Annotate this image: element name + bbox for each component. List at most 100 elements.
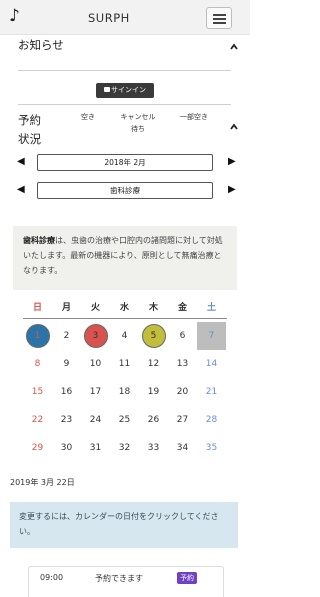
calendar-day[interactable]: 30 (52, 434, 81, 462)
calendar-day[interactable]: 11 (110, 350, 139, 378)
calendar-day[interactable]: 8 (23, 350, 52, 378)
day-number: 15 (31, 387, 44, 397)
category-select[interactable]: 歯科診療 (37, 182, 213, 199)
calendar-day[interactable]: 6 (168, 322, 197, 350)
day-number: 10 (89, 359, 102, 369)
day-number: 19 (147, 387, 160, 397)
calendar-day[interactable]: 26 (139, 406, 168, 434)
chevron-up-icon[interactable] (229, 42, 239, 52)
day-number: 13 (176, 359, 189, 369)
calendar-day[interactable]: 10 (81, 350, 110, 378)
music-note-icon[interactable]: ♪ (9, 6, 20, 26)
day-number: 25 (118, 415, 131, 425)
calendar-day[interactable]: 29 (23, 434, 52, 462)
day-number: 32 (118, 443, 131, 453)
app-title[interactable]: SURPH (88, 11, 130, 25)
day-number: 26 (147, 415, 160, 425)
day-number: 8 (34, 359, 41, 369)
signin-button[interactable]: サインイン (96, 83, 154, 98)
divider (18, 104, 231, 105)
calendar-day[interactable]: 22 (23, 406, 52, 434)
calendar-day[interactable]: 9 (52, 350, 81, 378)
next-category-arrow-icon[interactable]: ▶ (228, 184, 236, 195)
day-number: 5 (150, 331, 157, 341)
day-number: 7 (208, 331, 215, 341)
day-number: 4 (121, 331, 128, 341)
calendar-day[interactable]: 13 (168, 350, 197, 378)
weekday-header: 日 (32, 303, 42, 313)
day-number: 28 (205, 415, 218, 425)
day-number: 3 (92, 331, 99, 341)
weekday-header: 月 (61, 303, 71, 313)
status-heading-line1: 予約 (18, 113, 41, 127)
calendar-day[interactable]: 28 (197, 406, 226, 434)
reserve-badge[interactable]: 予約 (177, 572, 197, 584)
divider (18, 70, 231, 71)
next-month-arrow-icon[interactable]: ▶ (228, 156, 236, 167)
day-number: 2 (63, 331, 70, 341)
calendar-day[interactable]: 16 (52, 378, 81, 406)
calendar-day[interactable]: 5 (139, 322, 168, 350)
calendar-day[interactable]: 12 (139, 350, 168, 378)
calendar-day[interactable]: 23 (52, 406, 81, 434)
prev-month-arrow-icon[interactable]: ◀ (17, 156, 25, 167)
calendar-day[interactable]: 7 (197, 322, 226, 350)
month-select[interactable]: 2018年 2月 (37, 154, 213, 171)
day-number: 18 (118, 387, 131, 397)
instruction-alert: 変更するには、カレンダーの日付をクリックしてください。 (10, 502, 238, 548)
service-description: 歯科診療は、虫歯の治療や口腔内の諸問題に対して対処いたします。最新の機器により、… (13, 226, 237, 290)
day-number: 6 (179, 331, 186, 341)
hamburger-line (213, 18, 226, 20)
calendar-day[interactable]: 2 (52, 322, 81, 350)
weekday-header: 火 (90, 303, 100, 313)
weekday-header: 木 (148, 303, 158, 313)
day-number: 9 (63, 359, 70, 369)
legend-waitlist: キャンセル待ち (120, 113, 156, 133)
day-number: 11 (118, 359, 131, 369)
calendar-day[interactable]: 3 (81, 322, 110, 350)
chevron-up-icon[interactable] (229, 122, 239, 132)
calendar-day[interactable]: 31 (81, 434, 110, 462)
calendar-day[interactable]: 14 (197, 350, 226, 378)
calendar-day[interactable]: 20 (168, 378, 197, 406)
selected-date: 2019年 3月 22日 (10, 478, 75, 487)
day-number: 1 (34, 331, 41, 341)
day-number: 34 (176, 443, 189, 453)
menu-toggle-button[interactable] (206, 7, 232, 29)
day-number: 33 (147, 443, 160, 453)
status-heading-line2: 状況 (18, 132, 41, 146)
day-number: 17 (89, 387, 102, 397)
calendar-day[interactable]: 15 (23, 378, 52, 406)
calendar-day[interactable]: 1 (23, 322, 52, 350)
service-name: 歯科診療 (23, 236, 55, 245)
calendar-day[interactable]: 19 (139, 378, 168, 406)
calendar-day[interactable]: 33 (139, 434, 168, 462)
day-number: 14 (205, 359, 218, 369)
calendar-day[interactable]: 32 (110, 434, 139, 462)
calendar-day[interactable]: 21 (197, 378, 226, 406)
hamburger-line (213, 22, 226, 24)
lock-icon (104, 87, 110, 92)
hamburger-line (213, 14, 226, 16)
calendar-day[interactable]: 18 (110, 378, 139, 406)
calendar-day[interactable]: 17 (81, 378, 110, 406)
time-slot-row[interactable]: 09:00 予約できます 予約 (28, 566, 224, 597)
signin-label: サインイン (111, 86, 146, 94)
calendar-day[interactable]: 35 (197, 434, 226, 462)
calendar-day[interactable]: 4 (110, 322, 139, 350)
calendar-day[interactable]: 25 (110, 406, 139, 434)
calendar-day[interactable]: 24 (81, 406, 110, 434)
day-number: 23 (60, 415, 73, 425)
notice-heading[interactable]: お知らせ (18, 37, 64, 53)
legend-available: 空き (81, 113, 95, 121)
prev-category-arrow-icon[interactable]: ◀ (17, 184, 25, 195)
day-number: 16 (60, 387, 73, 397)
day-number: 20 (176, 387, 189, 397)
day-number: 12 (147, 359, 160, 369)
calendar-day[interactable]: 27 (168, 406, 197, 434)
day-number: 30 (60, 443, 73, 453)
navbar: ♪ SURPH (0, 0, 250, 35)
calendar-day[interactable]: 34 (168, 434, 197, 462)
day-number: 27 (176, 415, 189, 425)
status-heading[interactable]: 予約 状況 (18, 111, 48, 149)
